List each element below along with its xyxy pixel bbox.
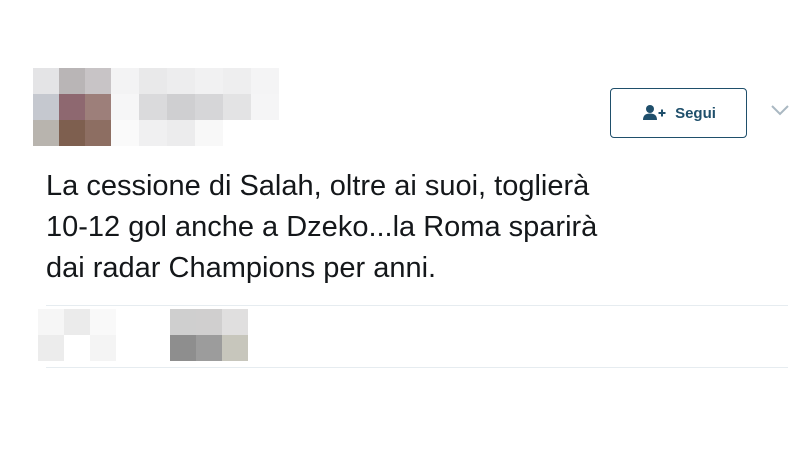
tweet-text: La cessione di Salah, oltre ai suoi, tog… [46,170,598,284]
add-user-icon [643,105,666,120]
follow-button-label: Segui [675,104,716,122]
follow-button[interactable]: Segui [610,88,747,138]
retweet-count-pixelated[interactable] [38,309,116,361]
author-name-pixelated[interactable] [111,68,281,148]
chevron-down-icon[interactable] [769,102,791,118]
divider [46,367,788,368]
tweet-card: Segui La cessione di Salah, oltre ai suo… [0,0,810,450]
divider [46,305,788,306]
liker-avatars-pixelated[interactable] [170,309,248,361]
avatar[interactable] [33,68,111,146]
